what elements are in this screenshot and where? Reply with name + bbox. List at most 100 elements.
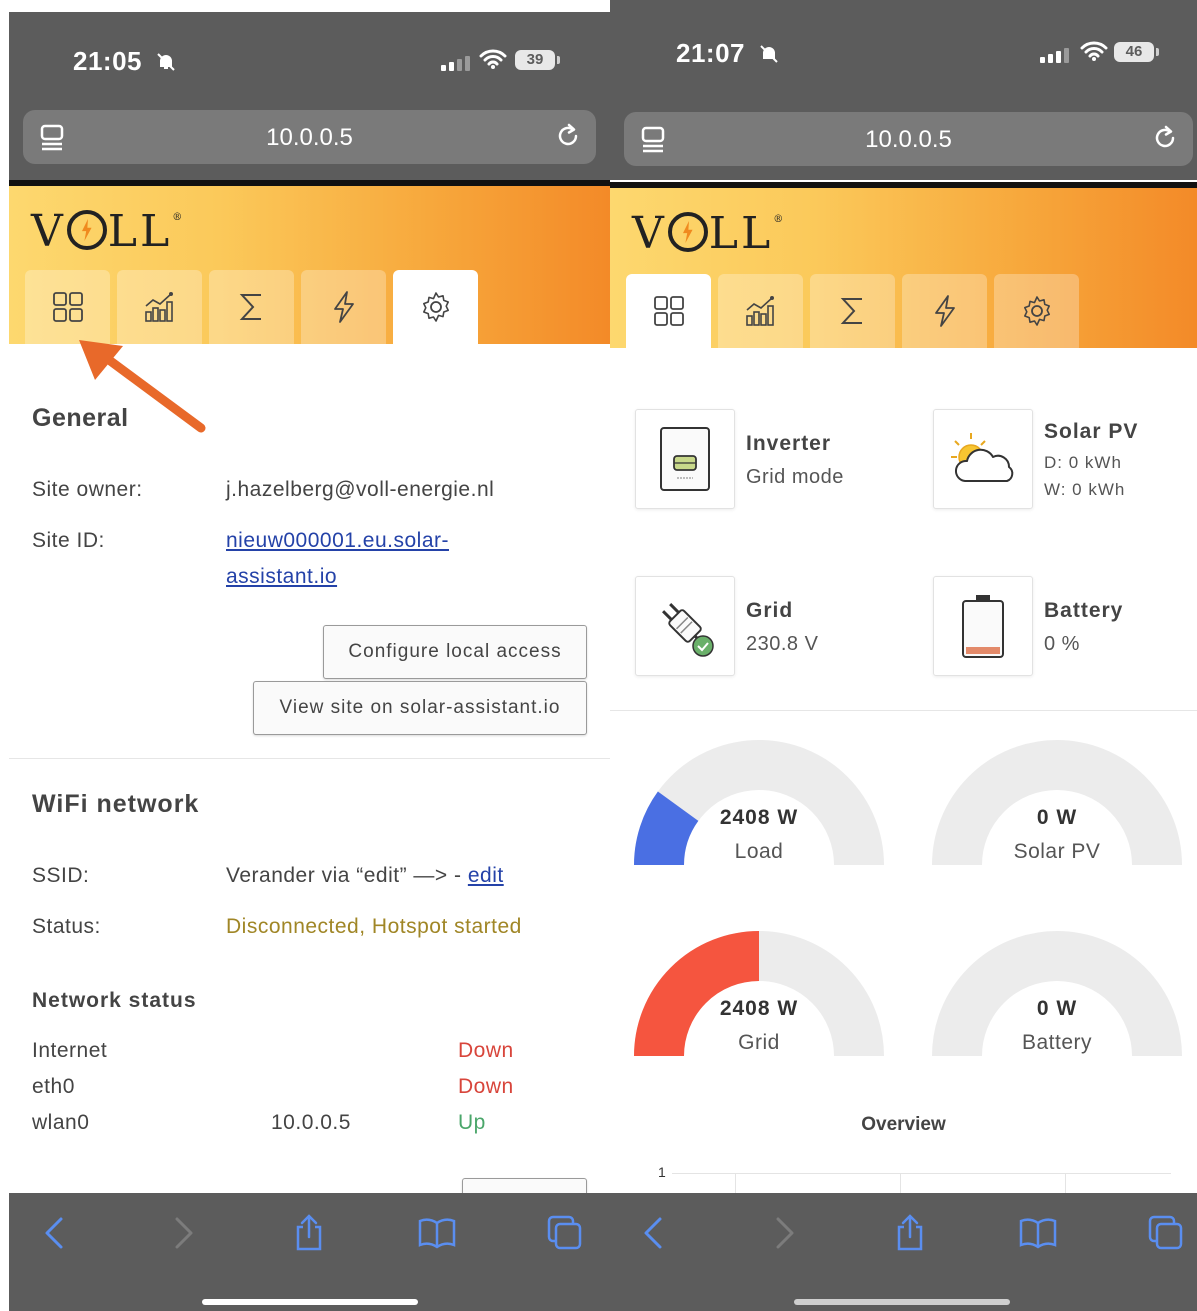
overview-gridline — [672, 1173, 1171, 1174]
chart-icon — [745, 296, 774, 326]
net-row-name: eth0 — [32, 1075, 75, 1098]
tab-charts[interactable] — [718, 274, 803, 348]
wifi-icon — [479, 49, 507, 69]
wifi-status-label: Status: — [32, 915, 101, 938]
gear-icon — [1023, 296, 1050, 326]
plug-icon — [662, 603, 714, 657]
back-icon[interactable] — [35, 1213, 75, 1253]
site-id-link-line2[interactable]: assistant.io — [226, 565, 337, 589]
app-header: V LL® — [9, 180, 610, 344]
overview-gridline — [735, 1173, 736, 1193]
gauge-grid-label: Grid — [738, 1031, 780, 1054]
net-row-name: Internet — [32, 1039, 108, 1062]
chart-icon — [144, 292, 173, 322]
lightning-icon — [934, 295, 955, 327]
reload-icon[interactable] — [554, 122, 582, 150]
gauge-battery-value: 0 W — [1036, 997, 1078, 1020]
gear-icon — [422, 292, 449, 322]
wifi-status-value: Disconnected, Hotspot started — [226, 915, 522, 938]
gauge-load-value: 2408 W — [719, 806, 799, 829]
back-icon[interactable] — [634, 1213, 674, 1253]
site-owner-value: j.hazelberg@voll-energie.nl — [226, 478, 495, 501]
dashboard-icon — [52, 292, 83, 322]
solar-card[interactable] — [933, 409, 1033, 509]
net-row-ip: 10.0.0.5 — [271, 1111, 351, 1134]
tab-settings[interactable] — [393, 270, 478, 344]
forward-icon[interactable] — [764, 1213, 804, 1253]
inverter-mode: Grid mode — [746, 466, 844, 488]
gauge-solar-value: 0 W — [1036, 806, 1078, 829]
forward-icon[interactable] — [163, 1213, 203, 1253]
gauge-solar-label: Solar PV — [1013, 840, 1101, 863]
tab-totals[interactable] — [209, 270, 294, 344]
battery-card[interactable] — [933, 576, 1033, 676]
tab-totals[interactable] — [810, 274, 895, 348]
sigma-icon — [239, 294, 261, 320]
section-divider — [610, 710, 1197, 711]
ssid-value: Verander via “edit” —> - edit — [226, 864, 504, 888]
nav-tabs — [25, 270, 478, 344]
overview-gridline — [1065, 1173, 1066, 1193]
safari-toolbar — [9, 1193, 610, 1311]
tabs-icon[interactable] — [545, 1213, 585, 1253]
url-text: 10.0.0.5 — [865, 126, 952, 153]
reload-icon[interactable] — [1151, 124, 1179, 152]
net-row-state: Down — [458, 1039, 514, 1062]
sigma-icon — [840, 298, 862, 324]
network-action-button[interactable] — [462, 1178, 587, 1193]
grid-title: Grid — [746, 599, 794, 622]
gauge-load-label: Load — [734, 840, 784, 863]
status-time-text: 21:05 — [73, 46, 142, 76]
site-id-label: Site ID: — [32, 529, 105, 552]
configure-local-access-button[interactable]: Configure local access — [323, 625, 587, 679]
dashboard-icon — [653, 296, 684, 326]
address-bar[interactable]: 10.0.0.5 — [23, 110, 596, 164]
wifi-icon — [1080, 41, 1108, 61]
tab-dashboard[interactable] — [25, 270, 110, 344]
network-status-heading: Network status — [32, 989, 197, 1012]
tab-charts[interactable] — [117, 270, 202, 344]
status-time: 21:05 — [73, 46, 176, 77]
address-bar[interactable]: 10.0.0.5 — [624, 112, 1193, 166]
net-row-name: wlan0 — [32, 1111, 90, 1134]
tab-power[interactable] — [902, 274, 987, 348]
voll-logo: V LL® — [31, 206, 186, 257]
battery-percent: 0 % — [1044, 633, 1080, 655]
settings-content: General Site owner: j.hazelberg@voll-ene… — [9, 344, 610, 1193]
tabs-icon[interactable] — [1146, 1213, 1186, 1253]
tab-dashboard[interactable] — [626, 274, 711, 348]
site-owner-label: Site owner: — [32, 478, 143, 501]
battery-indicator: 46 — [1114, 42, 1159, 62]
nav-tabs — [626, 274, 1079, 348]
ios-status-bar: 21:07 46 10.0.0.5 — [610, 0, 1197, 180]
bookmarks-icon[interactable] — [1018, 1213, 1058, 1253]
home-indicator[interactable] — [793, 1299, 1010, 1305]
cell-signal-icon — [1040, 48, 1069, 63]
bookmarks-icon[interactable] — [417, 1213, 457, 1253]
net-row-state: Up — [458, 1111, 486, 1134]
solar-title: Solar PV — [1044, 420, 1139, 443]
grid-card[interactable] — [635, 576, 735, 676]
dashboard-content: Inverter Grid mode Solar PV D: 0 kWh W: … — [610, 348, 1197, 1193]
app-header: V LL® — [610, 182, 1197, 348]
view-site-button[interactable]: View site on solar-assistant.io — [253, 681, 587, 735]
inverter-title: Inverter — [746, 432, 832, 455]
ssid-text: Verander via “edit” —> - — [226, 864, 468, 887]
grid-voltage: 230.8 V — [746, 633, 819, 655]
overview-y-tick: 1 — [658, 1164, 666, 1180]
silent-bell-icon — [157, 53, 175, 71]
tab-settings[interactable] — [994, 274, 1079, 348]
overview-gridline — [900, 1173, 901, 1193]
inverter-card[interactable] — [635, 409, 735, 509]
phone-screen-dashboard: 21:07 46 10.0.0.5 V LL® Inverter Grid mo… — [610, 0, 1197, 1311]
site-id-link-line1[interactable]: nieuw000001.eu.solar- — [226, 529, 449, 553]
home-indicator[interactable] — [201, 1299, 418, 1305]
tab-power[interactable] — [301, 270, 386, 344]
battery-title: Battery — [1044, 599, 1124, 622]
share-icon[interactable] — [289, 1213, 329, 1253]
voll-logo: V LL® — [632, 208, 787, 259]
share-icon[interactable] — [890, 1213, 930, 1253]
gauge-battery-label: Battery — [1021, 1031, 1093, 1054]
ssid-edit-link[interactable]: edit — [468, 864, 504, 887]
inverter-icon — [660, 427, 710, 491]
